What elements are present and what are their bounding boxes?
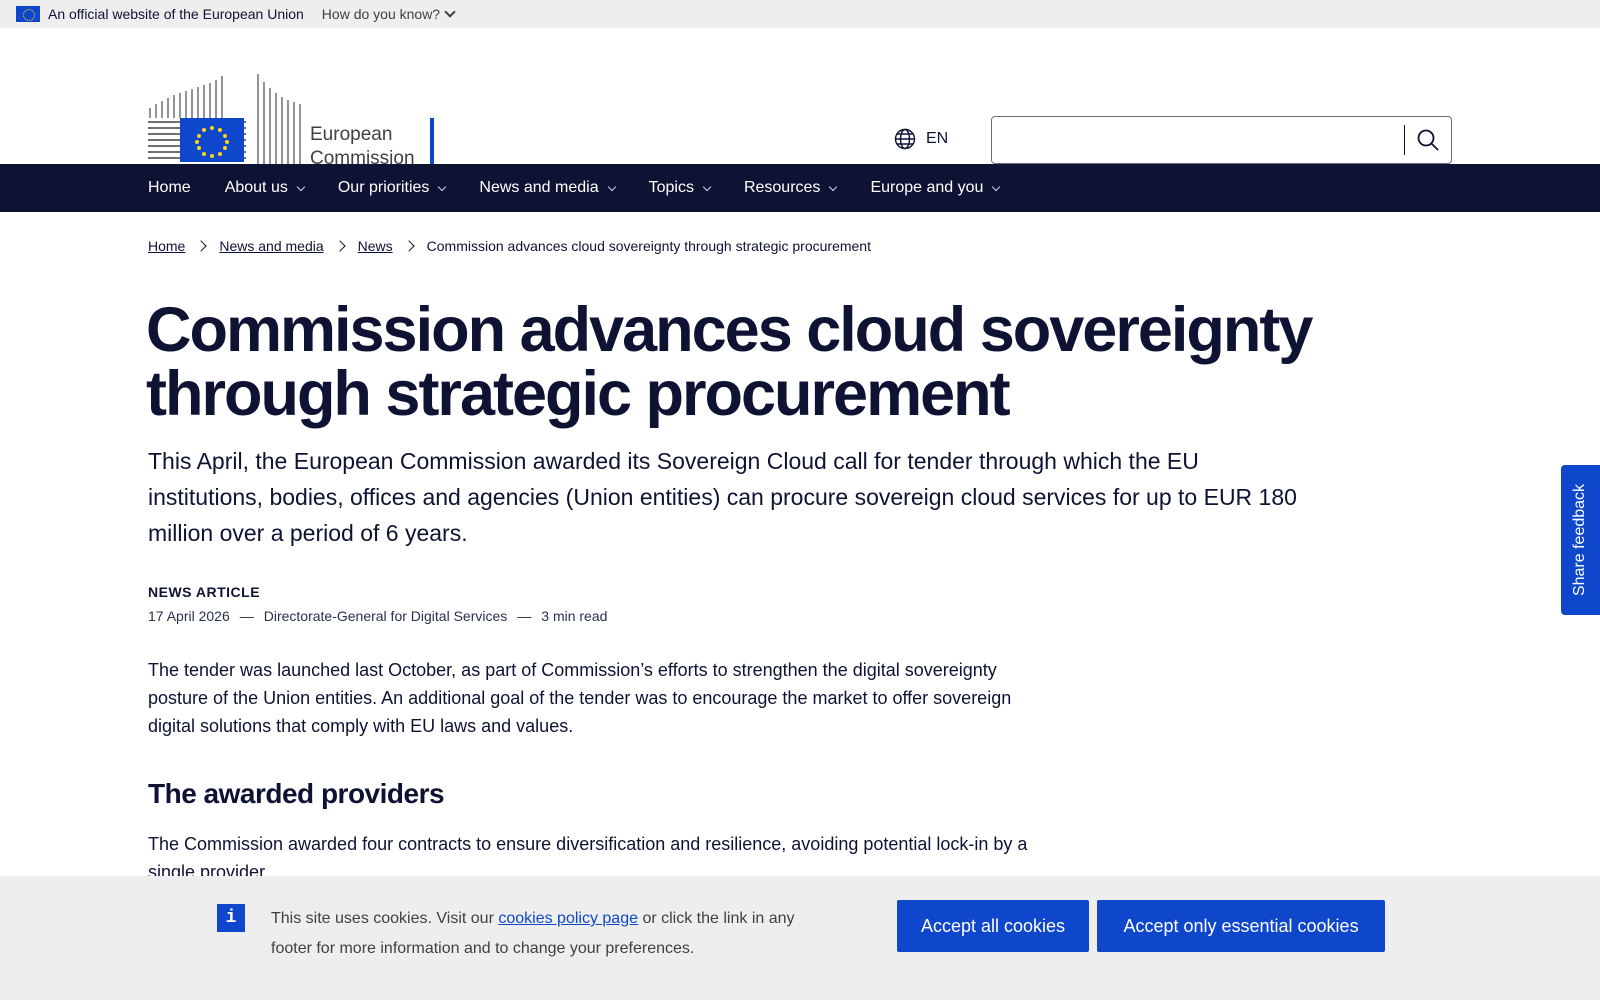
nav-item-label: About us — [224, 179, 288, 196]
nav-item-label: News and media — [479, 179, 599, 196]
chevron-down-icon — [702, 182, 712, 191]
how-do-you-know-toggle[interactable]: How do you know? — [321, 6, 456, 22]
breadcrumb-link-news[interactable]: News — [358, 238, 393, 254]
cookies-policy-link[interactable]: cookies policy page — [498, 910, 638, 927]
section-heading-providers: The awarded providers — [148, 778, 445, 809]
breadcrumb: Home News and media News Commission adva… — [148, 238, 871, 254]
logo-line2: Commission — [310, 148, 415, 164]
nav-item-label: Resources — [743, 179, 821, 196]
accept-all-cookies-button[interactable]: Accept all cookies — [897, 900, 1089, 952]
language-selector[interactable]: EN — [894, 128, 948, 150]
nav-item-europe-and-you[interactable]: Europe and you — [870, 179, 1001, 197]
article-paragraph: The tender was launched last October, as… — [148, 660, 1012, 736]
logo-line1: European — [310, 124, 392, 145]
nav-item-resources[interactable]: Resources — [743, 179, 838, 197]
page-title-line2: through strategic procurement — [146, 359, 1011, 429]
chevron-down-icon — [607, 182, 616, 191]
article-department: Directorate-General for Digital Services — [263, 608, 508, 624]
nav-item-label: Europe and you — [870, 179, 984, 196]
article-read-time: 3 min read — [541, 608, 608, 624]
language-code: EN — [926, 130, 949, 147]
page-title-line1: Commission advances cloud sovereignty — [146, 295, 1313, 365]
cookie-message: This site uses cookies. Visit our cookie… — [271, 904, 831, 964]
nav-item-about-us[interactable]: About us — [224, 179, 306, 197]
info-icon: i — [217, 904, 245, 932]
nav-item-label: Home — [148, 179, 191, 196]
meta-separator: — — [239, 608, 254, 624]
article-lead: This April, the European Commission awar… — [148, 448, 1297, 546]
search-bar — [991, 116, 1452, 164]
search-icon — [1417, 129, 1439, 151]
breadcrumb-link-news-and-media[interactable]: News and media — [219, 238, 323, 254]
nav-item-label: Our priorities — [337, 179, 430, 196]
article-type: NEWS ARTICLE — [148, 584, 261, 600]
accept-essential-cookies-button[interactable]: Accept only essential cookies — [1097, 900, 1385, 952]
nav-item-news-and-media[interactable]: News and media — [479, 179, 616, 197]
chevron-right-icon — [333, 240, 346, 252]
breadcrumb-link-home[interactable]: Home — [148, 238, 185, 254]
eu-flag-icon — [16, 6, 40, 22]
european-commission-logo[interactable]: European Commission — [148, 60, 438, 169]
share-feedback-button[interactable]: Share feedback — [1561, 465, 1600, 615]
article-meta: 17 April 2026 — Directorate-General for … — [148, 608, 607, 624]
eu-official-bar: An official website of the European Unio… — [0, 0, 1600, 28]
cookie-text-before: This site uses cookies. Visit our — [271, 910, 499, 927]
nav-item-home[interactable]: Home — [148, 179, 191, 197]
chevron-down-icon — [829, 182, 838, 191]
chevron-right-icon — [402, 240, 415, 252]
chevron-down-icon — [992, 182, 1001, 191]
site-header: European Commission EN — [0, 28, 1600, 169]
breadcrumb-current: Commission advances cloud sovereignty th… — [426, 238, 871, 254]
main-navigation: Home About us Our priorities News and me… — [0, 164, 1600, 212]
chevron-down-icon — [444, 6, 456, 18]
page-title: Commission advances cloud sovereignty th… — [146, 298, 1346, 426]
nav-item-our-priorities[interactable]: Our priorities — [337, 179, 447, 197]
chevron-right-icon — [195, 240, 208, 252]
search-button[interactable] — [1405, 117, 1451, 163]
globe-icon — [894, 128, 916, 150]
nav-item-topics[interactable]: Topics — [648, 179, 712, 197]
chevron-down-icon — [438, 182, 447, 191]
how-do-you-know-label: How do you know? — [321, 6, 441, 22]
search-input[interactable] — [992, 117, 1404, 163]
meta-separator: — — [517, 608, 532, 624]
share-feedback-label: Share feedback — [1571, 483, 1589, 597]
nav-item-label: Topics — [648, 179, 694, 196]
eu-official-text: An official website of the European Unio… — [48, 6, 304, 22]
cookie-banner: i This site uses cookies. Visit our cook… — [0, 876, 1600, 1000]
chevron-down-icon — [296, 182, 306, 191]
article-date: 17 April 2026 — [148, 608, 230, 624]
